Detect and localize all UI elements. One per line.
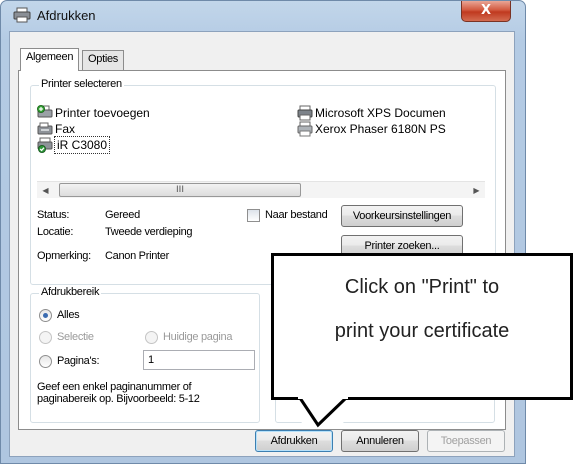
printer-icon xyxy=(297,121,313,137)
default-printer-icon xyxy=(37,137,53,153)
printer-name: Printer toevoegen xyxy=(55,106,150,120)
location-value: Tweede verdieping xyxy=(105,226,193,238)
radio-selection[interactable] xyxy=(39,331,52,344)
tab-opties[interactable]: Opties xyxy=(82,50,124,70)
radio-pages-label[interactable]: Pagina's: xyxy=(57,355,100,367)
status-value: Gereed xyxy=(105,209,140,221)
comment-value: Canon Printer xyxy=(105,250,169,262)
scroll-thumb[interactable]: III xyxy=(59,183,301,197)
print-range-title: Afdrukbereik xyxy=(39,286,102,298)
close-button[interactable]: X xyxy=(461,1,511,22)
location-label: Locatie: xyxy=(37,226,74,238)
range-hint-line1: Geef een enkel paginanummer of xyxy=(37,381,192,393)
preferences-button[interactable]: Voorkeursinstellingen xyxy=(341,205,463,227)
comment-label: Opmerking: xyxy=(37,250,91,262)
scroll-left-icon[interactable]: ◀ xyxy=(37,182,54,199)
callout-line2: print your certificate xyxy=(334,320,510,342)
fax-icon xyxy=(37,122,53,135)
printer-name: Fax xyxy=(55,122,76,136)
status-label: Status: xyxy=(37,209,70,221)
printer-list-scrollbar[interactable]: ◀ III ▶ xyxy=(37,181,485,198)
printer-select-title: Printer selecteren xyxy=(39,78,124,90)
range-hint-line2: paginabereik op. Bijvoorbeeld: 5-12 xyxy=(37,393,200,405)
radio-pages[interactable] xyxy=(39,355,52,368)
scroll-right-icon[interactable]: ▶ xyxy=(468,182,485,199)
radio-selection-label[interactable]: Selectie xyxy=(57,331,94,343)
radio-current-page[interactable] xyxy=(145,331,158,344)
tab-algemeen[interactable]: Algemeen xyxy=(20,48,80,71)
cancel-button[interactable]: Annuleren xyxy=(341,430,419,452)
radio-all[interactable] xyxy=(39,309,52,322)
print-to-file-checkbox[interactable] xyxy=(247,209,260,222)
window-title: Afdrukken xyxy=(37,8,96,23)
callout-line1: Click on "Print" to xyxy=(344,276,500,298)
printer-name: Xerox Phaser 6180N PS xyxy=(315,122,446,136)
instruction-callout: Click on "Print" to print your certifica… xyxy=(271,253,573,400)
printer-icon xyxy=(297,105,313,121)
radio-current-page-label[interactable]: Huidige pagina xyxy=(163,331,233,343)
radio-all-label[interactable]: Alles xyxy=(57,309,80,321)
printer-name: Microsoft XPS Documen xyxy=(315,106,446,120)
close-icon: X xyxy=(480,3,492,18)
apply-button[interactable]: Toepassen xyxy=(427,430,505,452)
pages-input[interactable]: 1 xyxy=(143,350,255,370)
print-button[interactable]: Afdrukken xyxy=(255,430,333,452)
printer-icon xyxy=(13,7,31,23)
printer-name: iR C3080 xyxy=(53,136,111,154)
title-bar[interactable]: Afdrukken X xyxy=(1,1,525,31)
print-to-file-label[interactable]: Naar bestand xyxy=(265,209,328,221)
add-printer-icon xyxy=(37,105,53,118)
